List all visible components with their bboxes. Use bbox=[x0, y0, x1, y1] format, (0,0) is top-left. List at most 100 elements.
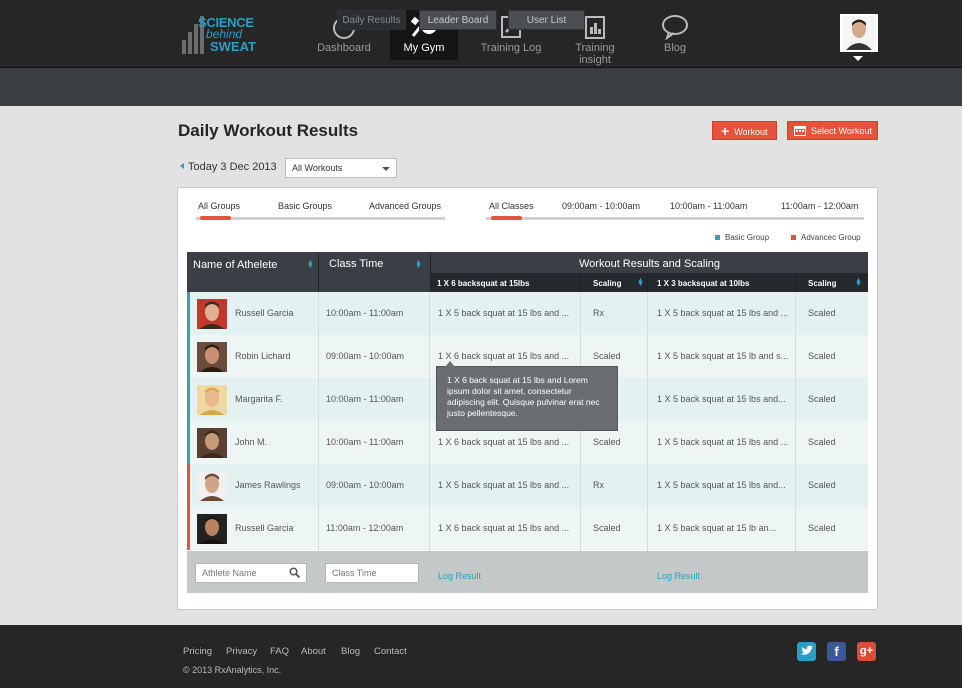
speech-bubble-icon bbox=[662, 15, 688, 40]
result-exercise-2[interactable]: 1 X 5 back squat at 15 lb and s... bbox=[657, 335, 792, 378]
athlete-name[interactable]: Robin Lichard bbox=[235, 335, 315, 378]
table-row[interactable]: Russell Garcia 11:00am - 12:00am 1 X 6 bac… bbox=[187, 507, 868, 550]
filter-class-1100[interactable]: 11:00am - 12:00am bbox=[781, 201, 858, 211]
footer-link-blog[interactable]: Blog bbox=[341, 646, 360, 657]
filter-all-groups[interactable]: All Groups bbox=[198, 201, 240, 211]
result-exercise-2[interactable]: 1 X 5 back squat at 15 lb an... bbox=[657, 507, 792, 550]
workout-filter-select[interactable]: All Workouts bbox=[285, 158, 397, 178]
column-divider bbox=[647, 292, 648, 593]
tooltip-text: 1 X 6 back squat at 15 lbs and Lorem ips… bbox=[447, 375, 600, 418]
footer-link-contact[interactable]: Contact bbox=[374, 646, 407, 657]
athlete-photo bbox=[197, 385, 227, 415]
sort-class-time-icon[interactable]: ▲ ▼ bbox=[415, 259, 422, 270]
plus-icon: + bbox=[721, 123, 730, 139]
twitter-icon[interactable] bbox=[797, 642, 816, 661]
log-result-link-1[interactable]: Log Result bbox=[438, 571, 481, 581]
class-time-input[interactable]: Class Time bbox=[325, 563, 419, 583]
class-time-placeholder: Class Time bbox=[332, 568, 377, 578]
site-footer bbox=[0, 625, 962, 688]
user-avatar[interactable] bbox=[840, 14, 878, 52]
column-header-results: Workout Results and Scaling bbox=[579, 258, 721, 270]
column-divider bbox=[795, 292, 796, 551]
column-header-class-time[interactable]: Class Time bbox=[329, 258, 383, 270]
class-slider-track[interactable] bbox=[486, 217, 864, 220]
legend-basic-label: Basic Group bbox=[725, 233, 770, 242]
google-plus-icon[interactable]: g+ bbox=[857, 642, 876, 661]
result-exercise-2[interactable]: 1 X 5 back squat at 15 lbs and ... bbox=[657, 421, 792, 464]
athlete-name[interactable]: John M. bbox=[235, 421, 315, 464]
sort-athlete-icon[interactable]: ▲ ▼ bbox=[307, 259, 314, 270]
nav-dashboard-label: Dashboard bbox=[317, 42, 371, 54]
header-divider bbox=[580, 273, 581, 292]
facebook-icon[interactable]: f bbox=[827, 642, 846, 661]
nav-training-log-label: Training Log bbox=[480, 42, 542, 54]
group-indicator bbox=[187, 335, 190, 378]
class-slider-thumb[interactable] bbox=[491, 216, 522, 220]
footer-link-faq[interactable]: FAQ bbox=[270, 646, 289, 657]
filter-all-classes[interactable]: All Classes bbox=[489, 201, 534, 211]
footer-link-pricing[interactable]: Pricing bbox=[183, 646, 212, 657]
workout-filter-value: All Workouts bbox=[292, 163, 343, 173]
subnav-daily-results[interactable]: Daily Results bbox=[337, 10, 406, 30]
column-divider bbox=[429, 292, 430, 593]
class-time: 09:00am - 10:00am bbox=[326, 351, 405, 361]
group-indicator bbox=[187, 292, 190, 335]
legend-advanced-swatch bbox=[791, 235, 796, 240]
athlete-name-placeholder: Athlete Name bbox=[202, 568, 257, 578]
scaling-2: Scaled bbox=[808, 351, 836, 361]
scaling-2: Scaled bbox=[808, 523, 836, 533]
filter-basic-groups[interactable]: Basic Groups bbox=[278, 201, 332, 211]
result-exercise-2[interactable]: 1 X 5 back squat at 15 lbs and... bbox=[657, 378, 792, 421]
previous-day-arrow-icon[interactable] bbox=[180, 163, 184, 169]
add-workout-button[interactable]: + Workout bbox=[712, 121, 777, 140]
twitter-bird-icon bbox=[801, 645, 813, 655]
footer-link-about[interactable]: About bbox=[301, 646, 326, 657]
select-workout-button[interactable]: Select Workout bbox=[787, 121, 878, 140]
group-slider-thumb[interactable] bbox=[200, 216, 231, 220]
result-exercise-2[interactable]: 1 X 5 back squat at 15 lbs and... bbox=[657, 464, 792, 507]
athlete-name[interactable]: Margarita F. bbox=[235, 378, 315, 421]
scaling-2: Scaled bbox=[808, 394, 836, 404]
sort-scaling-2-icon[interactable]: ▲ ▼ bbox=[855, 277, 862, 288]
brand-logo[interactable]: SCIENCE behind SWEAT bbox=[180, 14, 260, 58]
footer-link-privacy[interactable]: Privacy bbox=[226, 646, 257, 657]
filter-class-1000[interactable]: 10:00am - 11:00am bbox=[670, 201, 747, 211]
subnav-user-list[interactable]: User List bbox=[508, 10, 585, 30]
nav-training-insight-label: Training insight bbox=[575, 42, 615, 66]
result-exercise-1[interactable]: 1 X 6 back squat at 15 lbs and ... bbox=[438, 507, 576, 550]
sort-scaling-1-icon[interactable]: ▲ ▼ bbox=[637, 277, 644, 288]
scaling-1: Rx bbox=[593, 480, 604, 490]
result-exercise-1[interactable]: 1 X 5 back squat at 15 lbs and ... bbox=[438, 292, 576, 335]
select-workout-label: Select Workout bbox=[811, 126, 872, 136]
sub-navigation-bar bbox=[0, 68, 962, 106]
nav-blog[interactable]: Blog bbox=[656, 10, 694, 60]
date-label: Today 3 Dec 2013 bbox=[188, 161, 277, 173]
athlete-name[interactable]: Russell Garcia bbox=[235, 292, 315, 335]
athlete-name[interactable]: James Rawlings bbox=[235, 464, 315, 507]
filter-class-0900[interactable]: 09:00am - 10:00am bbox=[562, 201, 640, 211]
column-header-athlete[interactable]: Name of Athelete bbox=[193, 259, 277, 271]
header-divider bbox=[795, 273, 796, 292]
table-row[interactable]: James Rawlings 09:00am - 10:00am 1 X 5 bac… bbox=[187, 464, 868, 507]
table-header: Name of Athelete ▲ ▼ Class Time ▲ ▼ Workou… bbox=[187, 252, 868, 292]
footer-copyright: © 2013 RxAnalytics, Inc. bbox=[183, 665, 282, 675]
search-icon[interactable] bbox=[289, 567, 300, 578]
logo-text-sweat: SWEAT bbox=[210, 39, 256, 54]
subnav-leader-board[interactable]: Leader Board bbox=[419, 10, 497, 30]
date-selector[interactable]: Today 3 Dec 2013 bbox=[180, 161, 277, 173]
athlete-photo bbox=[197, 514, 227, 544]
athlete-name-input[interactable]: Athlete Name bbox=[195, 563, 307, 583]
user-menu-caret-icon[interactable] bbox=[853, 56, 863, 61]
log-result-link-2[interactable]: Log Result bbox=[657, 571, 700, 581]
group-indicator bbox=[187, 507, 190, 550]
table-row[interactable]: Russell Garcia 10:00am - 11:00am 1 X 5 bac… bbox=[187, 292, 868, 335]
result-exercise-1[interactable]: 1 X 5 back squat at 15 lbs and ... bbox=[438, 464, 576, 507]
athlete-name[interactable]: Russell Garcia bbox=[235, 507, 315, 550]
header-divider bbox=[318, 252, 319, 292]
result-exercise-2[interactable]: 1 X 5 back squat at 15 lbs and ... bbox=[657, 292, 792, 335]
filter-advanced-groups[interactable]: Advanced Groups bbox=[369, 201, 441, 211]
group-slider-track[interactable] bbox=[196, 217, 445, 220]
user-photo bbox=[842, 16, 876, 50]
subheader-scaling-1: Scaling bbox=[593, 279, 622, 288]
athlete-photo bbox=[197, 428, 227, 458]
